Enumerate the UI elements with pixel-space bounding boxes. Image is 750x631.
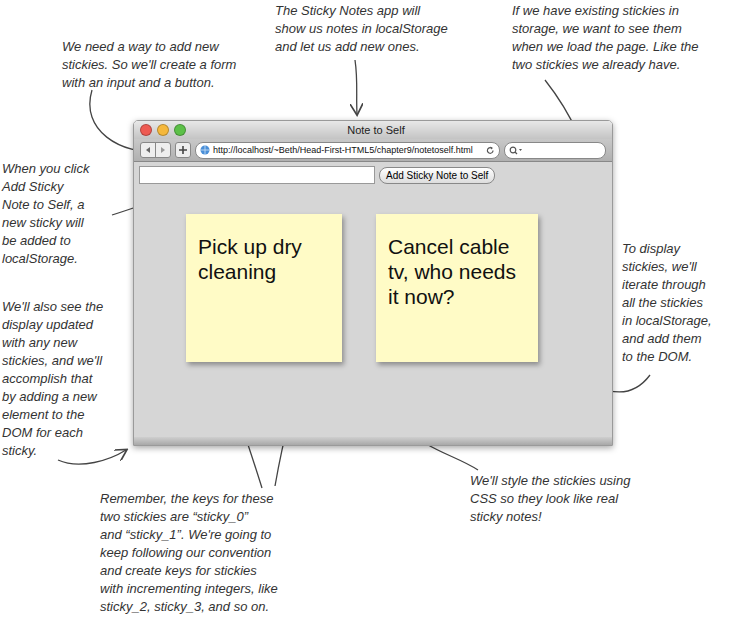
globe-icon: [200, 145, 210, 155]
page-content: Add Sticky Note to Self Pick up dry clean…: [134, 162, 612, 437]
annotation-line: and “sticky_1”. We're going to: [100, 526, 278, 544]
annotation-line: DOM for each: [2, 424, 103, 442]
annotation-line: two stickies are “sticky_0”: [100, 508, 278, 526]
annotation-line: in localStorage,: [622, 312, 712, 330]
search-icon: [509, 146, 523, 155]
sticky-note: Cancel cable tv, who needs it now?: [376, 214, 538, 362]
window-title: Note to Self: [186, 124, 606, 136]
annotation-line: keep following our convention: [100, 544, 278, 562]
close-button[interactable]: [140, 124, 152, 136]
annotation-line: Note to Self, a: [2, 196, 89, 214]
annotation-line: If we have existing stickies in: [512, 2, 698, 20]
sticky-note: Pick up dry cleaning: [186, 214, 342, 362]
zoom-button[interactable]: [174, 124, 186, 136]
browser-window: Note to Self http://localhost/~Beth/Head-…: [133, 120, 613, 446]
status-bar: [134, 437, 612, 445]
annotation-line: with incrementing integers, like: [100, 580, 278, 598]
annotation-line: storage, we want to see them: [512, 20, 698, 38]
annotation-line: sticky_2, sticky_3, and so on.: [100, 598, 278, 616]
toolbar: http://localhost/~Beth/Head-First-HTML5/…: [134, 139, 612, 162]
title-bar: Note to Self: [134, 121, 612, 139]
back-icon: [144, 146, 152, 154]
forward-button[interactable]: [156, 143, 170, 157]
plus-icon: [179, 146, 187, 154]
annotation-line: The Sticky Notes app will: [275, 2, 448, 20]
annotation-line: CSS so they look like real: [470, 490, 630, 508]
annotation-line: Add Sticky: [2, 178, 89, 196]
annotation-line: stickies. So we'll create a form: [62, 56, 236, 74]
annotation-line: Remember, the keys for these: [100, 490, 278, 508]
add-sticky-button[interactable]: Add Sticky Note to Self: [379, 167, 495, 184]
annotation-line: stickies, we'll: [622, 258, 712, 276]
annotation-line: sticky notes!: [470, 508, 630, 526]
annotation-line: We'll also see the: [2, 298, 103, 316]
annotation-line: with any new: [2, 334, 103, 352]
annotation-line: and add them: [622, 330, 712, 348]
minimize-button[interactable]: [157, 124, 169, 136]
annotation: We need a way to add newstickies. So we'…: [62, 38, 236, 92]
annotation-line: and create keys for stickies: [100, 562, 278, 580]
reload-icon: [486, 146, 495, 155]
nav-buttons: [140, 142, 171, 158]
annotation-line: when we load the page. Like the: [512, 38, 698, 56]
annotation: Remember, the keys for thesetwo stickies…: [100, 490, 278, 616]
note-input[interactable]: [139, 166, 375, 184]
annotation-line: stickies, and we'll: [2, 352, 103, 370]
search-field[interactable]: [504, 142, 606, 159]
annotation-line: all the stickies: [622, 294, 712, 312]
annotation: We'll also see thedisplay updatedwith an…: [2, 298, 103, 460]
annotation-line: two stickies we already have.: [512, 56, 698, 74]
annotation-line: show us notes in localStorage: [275, 20, 448, 38]
annotation-line: sticky.: [2, 442, 103, 460]
annotation-line: iterate through: [622, 276, 712, 294]
annotation-line: display updated: [2, 316, 103, 334]
window-controls: [140, 124, 186, 136]
annotation-line: and let us add new ones.: [275, 38, 448, 56]
note-form: Add Sticky Note to Self: [139, 166, 607, 184]
annotation-line: new sticky will: [2, 214, 89, 232]
annotation-line: to the DOM.: [622, 348, 712, 366]
annotation-line: When you click: [2, 160, 89, 178]
annotation-line: element to the: [2, 406, 103, 424]
url-text: http://localhost/~Beth/Head-First-HTML5/…: [213, 145, 483, 155]
annotation: We'll style the stickies usingCSS so the…: [470, 472, 630, 526]
forward-icon: [159, 146, 167, 154]
annotation: The Sticky Notes app willshow us notes i…: [275, 2, 448, 56]
back-button[interactable]: [141, 143, 156, 157]
annotation: When you clickAdd StickyNote to Self, an…: [2, 160, 89, 268]
annotation-line: accomplish that: [2, 370, 103, 388]
annotation: If we have existing stickies instorage, …: [512, 2, 698, 74]
annotation-line: by adding a new: [2, 388, 103, 406]
annotation-line: be added to: [2, 232, 89, 250]
annotation-line: localStorage.: [2, 250, 89, 268]
sticky-list: Pick up dry cleaningCancel cable tv, who…: [186, 214, 607, 362]
annotation-line: We'll style the stickies using: [470, 472, 630, 490]
address-bar[interactable]: http://localhost/~Beth/Head-First-HTML5/…: [195, 142, 500, 159]
annotation-line: To display: [622, 240, 712, 258]
annotation-line: We need a way to add new: [62, 38, 236, 56]
add-bookmark-button[interactable]: [175, 142, 191, 158]
annotation-line: with an input and a button.: [62, 74, 236, 92]
annotation: To displaystickies, we'lliterate through…: [622, 240, 712, 366]
